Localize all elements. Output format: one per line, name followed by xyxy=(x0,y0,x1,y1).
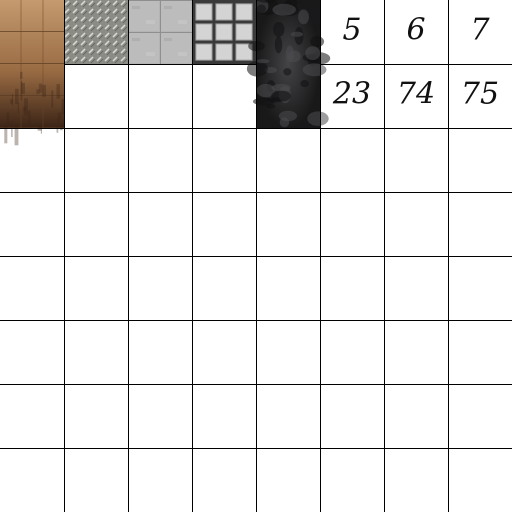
dark-rock-texture xyxy=(246,0,331,128)
handwritten-label: 6 xyxy=(406,13,425,48)
handwritten-label: 74 xyxy=(397,77,435,112)
handwritten-label: 75 xyxy=(461,77,499,112)
handwritten-label: 23 xyxy=(332,77,371,112)
handwritten-label: 7 xyxy=(470,13,490,48)
handwritten-label: 5 xyxy=(342,13,361,48)
steel-grate-texture xyxy=(192,0,256,64)
concrete-tiles-texture xyxy=(128,0,192,64)
diamond-plate-metal-texture xyxy=(64,0,128,64)
wood-planks-texture xyxy=(0,0,65,146)
texture-atlas: 5 6 7 23 74 75 xyxy=(0,0,512,512)
